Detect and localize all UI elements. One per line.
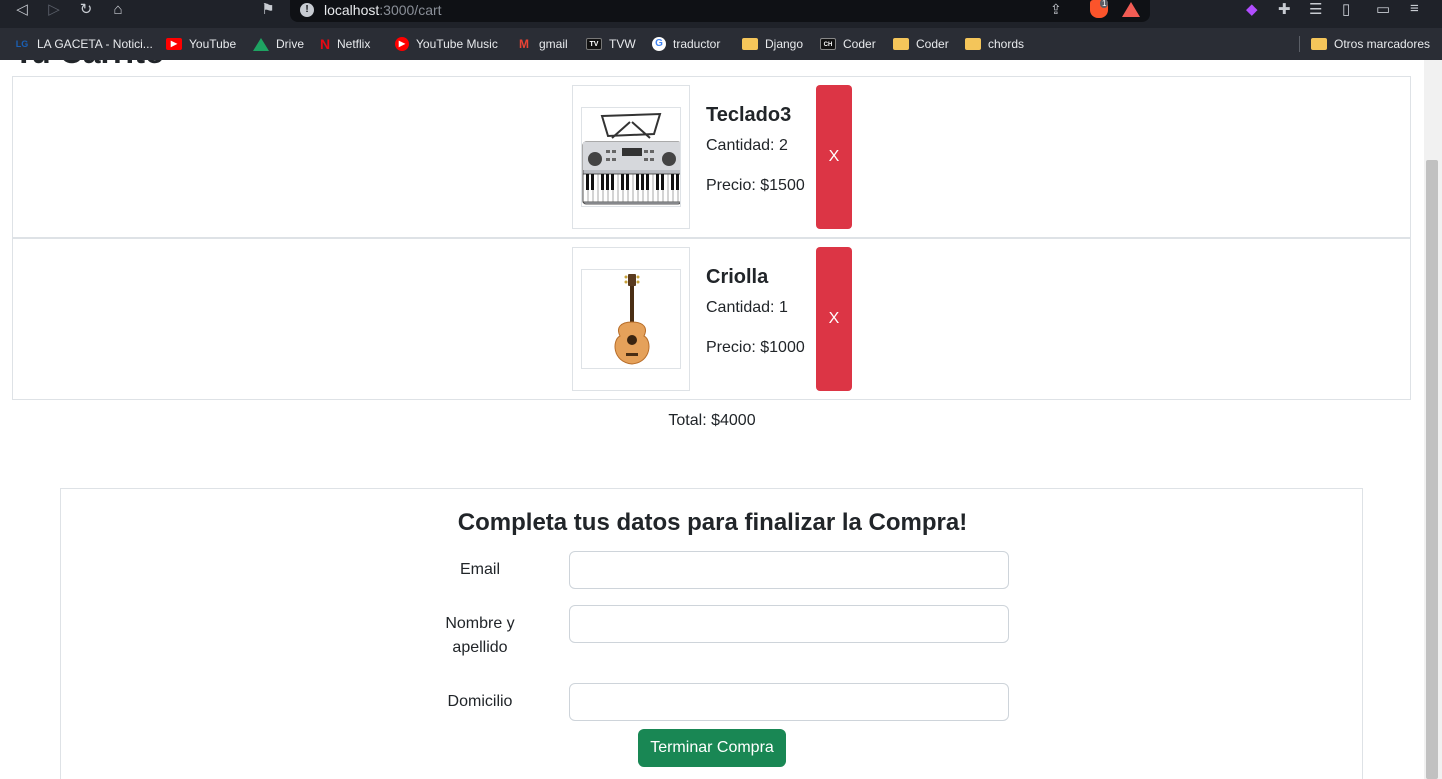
bookmark-chords[interactable]: chords — [965, 34, 1024, 54]
address-label: Domicilio — [447, 693, 513, 710]
reload-icon[interactable]: ↻ — [76, 0, 96, 20]
bookmark-youtube[interactable]: ▶ YouTube — [166, 34, 236, 54]
product-image-card — [572, 85, 690, 229]
keyboard-image — [581, 107, 681, 207]
email-field[interactable] — [569, 551, 1009, 589]
sidebar-icon[interactable]: ▯ — [1342, 0, 1350, 18]
bookmark-label: traductor — [673, 37, 721, 51]
youtube-icon: ▶ — [166, 38, 182, 50]
cart-item: Teclado3 Cantidad: 2 Precio: $1500 X — [12, 76, 1411, 238]
email-label: Email — [459, 561, 500, 578]
bookmark-label: Drive — [276, 37, 305, 51]
bookmark-other[interactable]: Otros marcadores — [1311, 34, 1430, 54]
bookmark-netflix[interactable]: N Netflix — [320, 34, 370, 54]
gmail-icon: M — [519, 37, 529, 51]
forward-icon[interactable]: ▷ — [44, 0, 64, 20]
checkout-form: Completa tus datos para finalizar la Com… — [60, 488, 1363, 779]
site-info-icon[interactable]: ! — [300, 3, 314, 17]
wallet-icon[interactable]: ▭ — [1376, 0, 1390, 18]
bookmark-label: YouTube — [189, 37, 237, 51]
bookmark-label: Coder — [916, 37, 949, 51]
product-name: Criolla — [706, 266, 769, 288]
bookmark-label: Netflix — [337, 37, 371, 51]
bookmark-label: Coder — [843, 37, 876, 51]
bookmark-lagaceta[interactable]: LG LA GACETA - Notici... — [14, 34, 153, 54]
product-price: Precio: $1000 — [706, 339, 805, 356]
menu-icon[interactable]: ≡ — [1410, 0, 1419, 17]
bookmark-label: Django — [765, 37, 804, 51]
bookmark-gmail[interactable]: Mgmail — [516, 34, 568, 54]
folder-icon — [742, 38, 758, 50]
back-icon[interactable]: ◁ — [12, 0, 32, 20]
tv-icon: TV — [586, 38, 602, 50]
bookmark-coder-folder[interactable]: Coder — [893, 34, 949, 54]
browser-toolbar: ◁ ▷ ↻ ⌂ ⚑ ! localhost:3000/cart ⇪ 1 ◆ ✚ … — [0, 0, 1442, 28]
bookmarks-divider — [1299, 36, 1300, 52]
bookmark-label: LA GACETA - Notici... — [37, 37, 153, 51]
address-field[interactable] — [569, 683, 1009, 721]
folder-icon — [965, 38, 981, 50]
coder-icon: CH — [820, 38, 836, 50]
bookmark-django[interactable]: Django — [742, 34, 803, 54]
drive-icon — [253, 37, 269, 51]
extension-color-icon[interactable]: ◆ — [1246, 0, 1258, 18]
guitar-image — [581, 269, 681, 369]
lg-icon: LG — [15, 39, 29, 49]
remove-item-button[interactable]: X — [816, 247, 852, 391]
bookmark-label: Otros marcadores — [1334, 37, 1431, 51]
bookmark-label: YouTube Music — [416, 37, 498, 51]
youtube-music-icon: ▶ — [395, 37, 409, 51]
cart-total: Total: $4000 — [668, 412, 756, 429]
form-title: Completa tus datos para finalizar la Com… — [457, 509, 968, 536]
bookmark-tvw[interactable]: TV TVW — [586, 34, 636, 54]
name-field[interactable] — [569, 605, 1009, 643]
puzzle-icon[interactable]: ✚ — [1278, 0, 1291, 18]
bookmark-icon[interactable]: ⚑ — [258, 0, 278, 20]
bookmark-drive[interactable]: Drive — [253, 34, 304, 54]
share-icon[interactable]: ⇪ — [1050, 1, 1062, 18]
product-quantity: Cantidad: 2 — [706, 137, 788, 154]
folder-icon — [893, 38, 909, 50]
google-icon: G — [652, 37, 666, 51]
cart-item: Criolla Cantidad: 1 Precio: $1000 X — [12, 238, 1411, 400]
scrollbar-thumb[interactable] — [1426, 160, 1438, 779]
submit-purchase-button[interactable]: Terminar Compra — [638, 729, 786, 767]
url-text: localhost:3000/cart — [324, 2, 442, 18]
netflix-icon: N — [320, 36, 331, 52]
brave-rewards-icon[interactable] — [1122, 2, 1140, 17]
bookmark-traductor[interactable]: Gtraductor — [652, 34, 720, 54]
product-image-card — [572, 247, 690, 391]
bookmark-youtube-music[interactable]: ▶ YouTube Music — [395, 34, 498, 54]
bookmark-label: gmail — [539, 37, 568, 51]
remove-item-button[interactable]: X — [816, 85, 852, 229]
product-price: Precio: $1500 — [706, 177, 805, 194]
product-name: Teclado3 — [706, 104, 792, 126]
url-path: :3000/cart — [379, 2, 442, 18]
home-icon[interactable]: ⌂ — [108, 0, 128, 20]
name-label: Nombre y apellido — [445, 615, 515, 656]
address-bar[interactable]: ! localhost:3000/cart ⇪ 1 — [290, 0, 1150, 22]
bookmark-coder[interactable]: CH Coder — [820, 34, 876, 54]
folder-icon — [1311, 38, 1327, 50]
bookmarks-bar: LG LA GACETA - Notici... ▶ YouTube Drive N… — [0, 28, 1442, 60]
bookmark-label: chords — [988, 37, 1025, 51]
url-host: localhost — [324, 2, 380, 18]
product-quantity: Cantidad: 1 — [706, 299, 788, 316]
playlist-icon[interactable]: ☰ — [1309, 0, 1322, 18]
bookmark-label: TVW — [609, 37, 636, 51]
